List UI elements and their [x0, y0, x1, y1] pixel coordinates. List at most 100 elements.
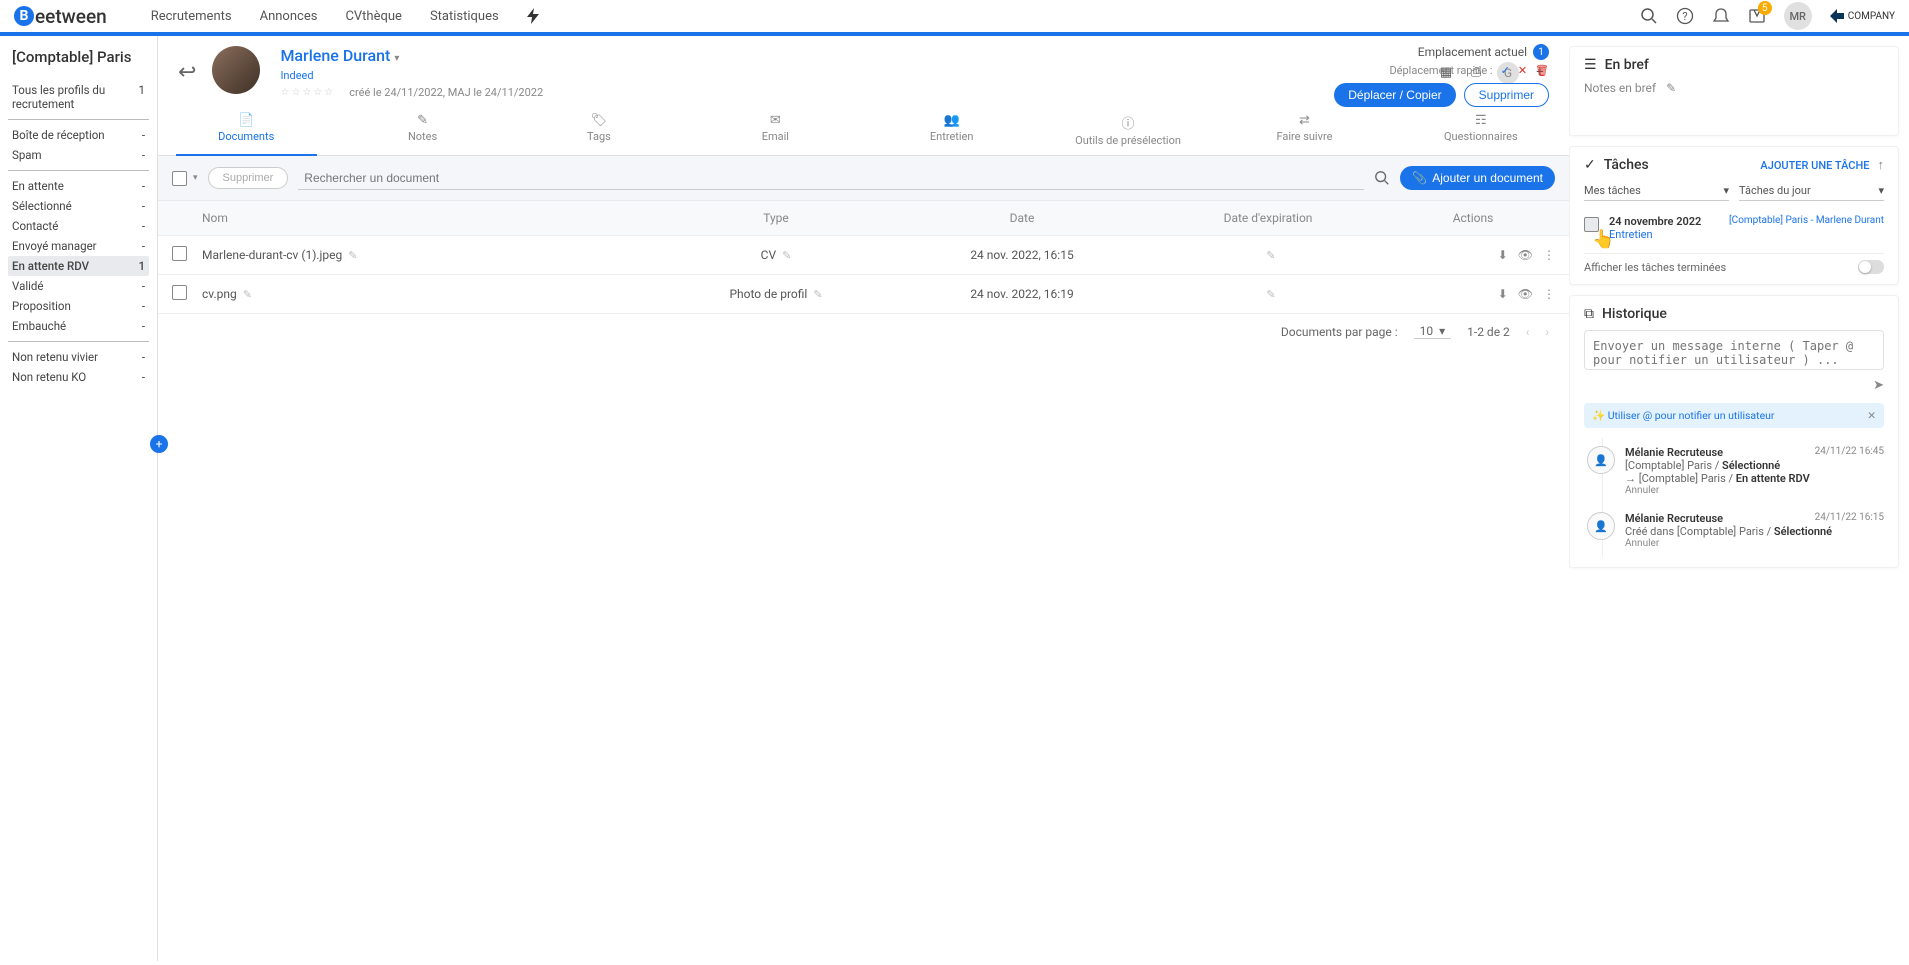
tabs: 📄Documents ✎Notes 🏷Tags ✉Email 👥Entretie… [158, 107, 1569, 156]
sidebar-all-profiles[interactable]: Tous les profils du recrutement 1 [8, 80, 149, 114]
nav-recrutements[interactable]: Recrutements [151, 9, 232, 24]
collapse-tasks-icon[interactable]: ↑ [1878, 157, 1885, 173]
sidebar-item[interactable]: Embauché- [8, 316, 149, 336]
delete-button[interactable]: Supprimer [1464, 83, 1549, 107]
task-context-link[interactable]: [Comptable] Paris - Marlene Durant [1729, 215, 1884, 228]
history-cancel[interactable]: Annuler [1625, 538, 1884, 549]
back-arrow-icon[interactable]: ↩ [178, 60, 196, 85]
show-done-toggle[interactable] [1858, 260, 1884, 274]
quick-accept-icon[interactable]: ✓ [1501, 64, 1510, 77]
toolbar-delete-button[interactable]: Supprimer [208, 167, 289, 189]
add-fab-button[interactable]: + [150, 435, 168, 453]
history-icon: ⧉ [1584, 306, 1594, 322]
tab-email[interactable]: ✉Email [687, 107, 863, 155]
user-avatar[interactable]: MR [1784, 2, 1812, 30]
view-icon[interactable]: 👁 [1518, 287, 1533, 301]
nav-annonces[interactable]: Annonces [260, 9, 318, 24]
tab-tags[interactable]: 🏷Tags [511, 107, 687, 155]
interview-icon: 👥 [864, 113, 1040, 128]
help-icon[interactable]: ? [1676, 7, 1694, 25]
view-icon[interactable]: 👁 [1518, 248, 1533, 262]
history-cancel[interactable]: Annuler [1625, 485, 1884, 496]
nav-bolt-icon[interactable] [527, 8, 539, 24]
sidebar-item[interactable]: Sélectionné- [8, 196, 149, 216]
logo[interactable]: Beetween [14, 5, 107, 28]
edit-notes-icon[interactable]: ✎ [1666, 81, 1676, 95]
tab-entretien[interactable]: 👥Entretien [864, 107, 1040, 155]
doc-name[interactable]: Marlene-durant-cv (1).jpeg [202, 248, 342, 262]
search-icon[interactable] [1640, 7, 1658, 25]
profile-name[interactable]: Marlene Durant ▾ [280, 46, 543, 65]
select-all-checkbox[interactable] [172, 171, 187, 186]
move-copy-button[interactable]: Déplacer / Copier [1334, 83, 1455, 107]
search-icon[interactable] [1374, 170, 1390, 186]
next-page-icon[interactable]: › [1545, 325, 1549, 339]
profile-source-link[interactable]: Indeed [280, 69, 543, 82]
more-icon[interactable]: ⋮ [1543, 287, 1555, 301]
col-header-actions: Actions [1391, 211, 1555, 225]
show-done-label: Afficher les tâches terminées [1584, 261, 1726, 274]
doc-date: 24 nov. 2022, 16:15 [899, 248, 1145, 262]
sidebar-item[interactable]: En attente RDV1 [8, 256, 149, 276]
doc-type: Photo de profil [729, 287, 807, 301]
profile-picture[interactable] [212, 46, 260, 94]
tab-questionnaires[interactable]: ☶Questionnaires [1393, 107, 1569, 155]
sidebar-item[interactable]: Spam- [8, 145, 149, 165]
table-footer: Documents par page : 10 ▾ 1-2 de 2 ‹ › [158, 314, 1569, 349]
tasks-filter-1[interactable]: Mes tâches▾ [1584, 181, 1729, 201]
history-author: Mélanie Recruteuse [1625, 512, 1723, 525]
send-icon[interactable]: ➤ [1873, 378, 1884, 393]
col-header-name[interactable]: Nom [202, 211, 653, 225]
col-header-date[interactable]: Date [899, 211, 1145, 225]
sidebar-item[interactable]: Proposition- [8, 296, 149, 316]
edit-type-icon[interactable]: ✎ [813, 288, 822, 301]
sidebar-item[interactable]: Envoyé manager- [8, 236, 149, 256]
col-header-type[interactable]: Type [653, 211, 899, 225]
document-search-input[interactable] [298, 167, 1364, 190]
download-icon[interactable]: ⬇ [1498, 248, 1508, 262]
sidebar-item[interactable]: Non retenu KO- [8, 367, 149, 387]
tasks-filter-2[interactable]: Tâches du jour▾ [1739, 181, 1884, 201]
nav-cvtheque[interactable]: CVthèque [345, 9, 402, 24]
history-avatar-icon: 👤 [1587, 446, 1615, 474]
task-type-link[interactable]: Entretien [1609, 228, 1884, 241]
tab-notes[interactable]: ✎Notes [334, 107, 510, 155]
internal-message-input[interactable] [1584, 330, 1884, 370]
download-icon[interactable]: ⬇ [1498, 287, 1508, 301]
edit-expiration-icon[interactable]: ✎ [1266, 249, 1275, 262]
history-author: Mélanie Recruteuse [1625, 446, 1723, 459]
tab-outils[interactable]: ⓘOutils de présélection [1040, 107, 1216, 155]
row-checkbox[interactable] [172, 285, 187, 300]
more-icon[interactable]: ⋮ [1543, 248, 1555, 262]
sidebar-item[interactable]: Contacté- [8, 216, 149, 236]
sidebar-item[interactable]: En attente- [8, 176, 149, 196]
add-task-button[interactable]: AJOUTER UNE TÂCHE [1760, 159, 1869, 172]
doc-name[interactable]: cv.png [202, 287, 237, 301]
add-document-button[interactable]: 📎Ajouter un document [1400, 166, 1555, 190]
task-checkbox[interactable] [1584, 217, 1599, 232]
close-tip-icon[interactable]: ✕ [1867, 409, 1876, 422]
company-logo[interactable]: COMPANY [1830, 9, 1895, 23]
doc-type: CV [761, 248, 776, 262]
edit-name-icon[interactable]: ✎ [243, 288, 252, 301]
tab-documents[interactable]: 📄Documents [158, 107, 334, 155]
nav-right: ? 5 MR COMPANY [1640, 2, 1895, 30]
edit-expiration-icon[interactable]: ✎ [1266, 288, 1275, 301]
sidebar-item[interactable]: Non retenu vivier- [8, 347, 149, 367]
nav-statistiques[interactable]: Statistiques [430, 9, 499, 24]
quick-reject-icon[interactable]: ✕ [1518, 64, 1527, 77]
edit-name-icon[interactable]: ✎ [348, 249, 357, 262]
per-page-select[interactable]: 10 ▾ [1414, 324, 1451, 339]
row-checkbox[interactable] [172, 246, 187, 261]
select-dropdown-icon[interactable]: ▾ [193, 173, 198, 183]
inbox-icon[interactable]: 5 [1748, 7, 1766, 25]
edit-type-icon[interactable]: ✎ [782, 249, 791, 262]
sidebar-item[interactable]: Validé- [8, 276, 149, 296]
quick-delete-icon[interactable]: 🗑 [1535, 64, 1549, 77]
rating-stars[interactable]: ☆☆☆☆☆ [280, 87, 335, 98]
sidebar-item[interactable]: Boîte de réception- [8, 125, 149, 145]
col-header-expiration[interactable]: Date d'expiration [1145, 211, 1391, 225]
bell-icon[interactable] [1712, 7, 1730, 25]
prev-page-icon[interactable]: ‹ [1526, 325, 1530, 339]
tab-faire-suivre[interactable]: ⇄Faire suivre [1216, 107, 1392, 155]
